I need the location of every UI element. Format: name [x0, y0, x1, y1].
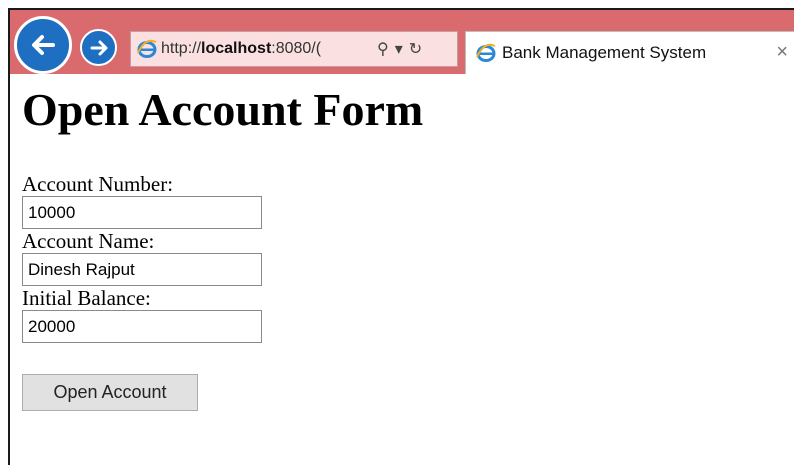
account-number-label: Account Number:	[22, 172, 174, 197]
arrow-left-icon	[32, 35, 55, 55]
initial-balance-field[interactable]	[22, 310, 262, 344]
ie-logo-icon	[476, 43, 496, 62]
search-icon[interactable]: ⚲	[377, 39, 389, 59]
url-prefix: http://	[161, 40, 202, 57]
url-rest: :8080/(	[271, 40, 322, 57]
forward-button[interactable]	[80, 29, 117, 66]
page-content: Open Account Form Account Number: Accoun…	[22, 82, 794, 412]
refresh-icon[interactable]: ↻	[409, 39, 422, 59]
account-name-label: Account Name:	[22, 229, 155, 254]
open-account-form: Account Number: Account Name: Initial Ba…	[22, 172, 794, 412]
account-name-field[interactable]	[22, 253, 262, 287]
close-icon[interactable]: ×	[776, 41, 788, 64]
account-number-field[interactable]	[22, 196, 262, 230]
browser-toolbar: http://localhost:8080/( ⚲ ▾ ↻ Bank Manag…	[10, 10, 794, 74]
open-account-button[interactable]: Open Account	[22, 374, 198, 412]
back-button[interactable]	[14, 16, 72, 74]
tab-bank-management[interactable]: Bank Management System ×	[465, 31, 794, 74]
browser-window: http://localhost:8080/( ⚲ ▾ ↻ Bank Manag…	[8, 8, 794, 465]
address-bar[interactable]: http://localhost:8080/( ⚲ ▾ ↻	[130, 31, 458, 67]
chevron-down-icon[interactable]: ▾	[395, 39, 403, 59]
arrow-right-icon	[90, 40, 107, 55]
url-text: http://localhost:8080/(	[161, 40, 369, 58]
address-controls: ⚲ ▾ ↻	[377, 39, 428, 59]
ie-logo-icon	[137, 39, 157, 58]
url-host: localhost	[201, 40, 272, 57]
page-title: Open Account Form	[22, 84, 424, 135]
tab-title: Bank Management System	[502, 43, 707, 62]
initial-balance-label: Initial Balance:	[22, 286, 151, 311]
